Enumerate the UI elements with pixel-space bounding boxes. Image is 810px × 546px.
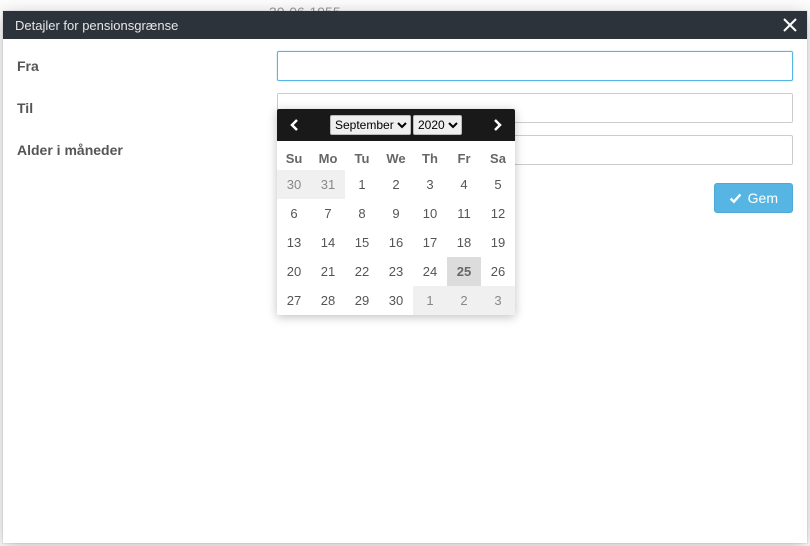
modal-header: Detajler for pensionsgrænse [3,11,807,39]
datepicker-month-select[interactable]: JanuaryFebruaryMarchAprilMayJuneJulyAugu… [330,115,411,135]
datepicker-day[interactable]: 29 [345,286,379,315]
datepicker-dow: Th [413,141,447,170]
modal-body: Fra Til Alder i måneder [3,39,807,543]
close-button[interactable] [779,14,801,36]
datepicker-day[interactable]: 22 [345,257,379,286]
label-til: Til [17,100,277,116]
datepicker-day[interactable]: 5 [481,170,515,199]
datepicker: JanuaryFebruaryMarchAprilMayJuneJulyAugu… [277,109,515,315]
datepicker-dow: Mo [311,141,345,170]
chevron-left-icon [289,119,301,131]
datepicker-day[interactable]: 2 [447,286,481,315]
datepicker-day[interactable]: 13 [277,228,311,257]
datepicker-prev-button[interactable] [283,113,307,137]
datepicker-dow: Fr [447,141,481,170]
datepicker-day[interactable]: 3 [481,286,515,315]
datepicker-grid: SuMoTuWeThFrSa 3031123456789101112131415… [277,141,515,315]
close-icon [782,17,798,33]
datepicker-day[interactable]: 10 [413,199,447,228]
save-button[interactable]: Gem [714,183,793,213]
datepicker-day[interactable]: 12 [481,199,515,228]
datepicker-day[interactable]: 8 [345,199,379,228]
datepicker-day[interactable]: 25 [447,257,481,286]
datepicker-header: JanuaryFebruaryMarchAprilMayJuneJulyAugu… [277,109,515,141]
datepicker-dow: Su [277,141,311,170]
datepicker-dow: We [379,141,413,170]
row-fra: Fra [17,51,793,81]
label-maaneder: Alder i måneder [17,142,277,158]
datepicker-selectors: JanuaryFebruaryMarchAprilMayJuneJulyAugu… [330,115,462,135]
datepicker-day[interactable]: 3 [413,170,447,199]
datepicker-day[interactable]: 19 [481,228,515,257]
datepicker-day[interactable]: 30 [379,286,413,315]
datepicker-day[interactable]: 23 [379,257,413,286]
label-fra: Fra [17,58,277,74]
datepicker-day[interactable]: 26 [481,257,515,286]
datepicker-day[interactable]: 28 [311,286,345,315]
datepicker-day[interactable]: 24 [413,257,447,286]
datepicker-day[interactable]: 6 [277,199,311,228]
datepicker-day[interactable]: 30 [277,170,311,199]
datepicker-day[interactable]: 18 [447,228,481,257]
datepicker-day[interactable]: 16 [379,228,413,257]
modal-title: Detajler for pensionsgrænse [15,18,178,33]
datepicker-day[interactable]: 9 [379,199,413,228]
datepicker-year-select[interactable]: 20182019202020212022 [413,115,462,135]
save-button-label: Gem [748,190,778,206]
datepicker-day[interactable]: 11 [447,199,481,228]
chevron-right-icon [491,119,503,131]
datepicker-day[interactable]: 1 [413,286,447,315]
datepicker-day[interactable]: 2 [379,170,413,199]
datepicker-day[interactable]: 15 [345,228,379,257]
datepicker-day[interactable]: 17 [413,228,447,257]
datepicker-day[interactable]: 31 [311,170,345,199]
datepicker-day[interactable]: 14 [311,228,345,257]
datepicker-day[interactable]: 20 [277,257,311,286]
input-fra[interactable] [277,51,793,81]
datepicker-day[interactable]: 4 [447,170,481,199]
datepicker-day[interactable]: 7 [311,199,345,228]
datepicker-dow: Sa [481,141,515,170]
datepicker-day[interactable]: 1 [345,170,379,199]
check-icon [729,192,742,205]
datepicker-day[interactable]: 21 [311,257,345,286]
datepicker-day[interactable]: 27 [277,286,311,315]
datepicker-dow: Tu [345,141,379,170]
datepicker-next-button[interactable] [485,113,509,137]
pension-limit-modal: Detajler for pensionsgrænse Fra Til Alde… [3,11,807,543]
